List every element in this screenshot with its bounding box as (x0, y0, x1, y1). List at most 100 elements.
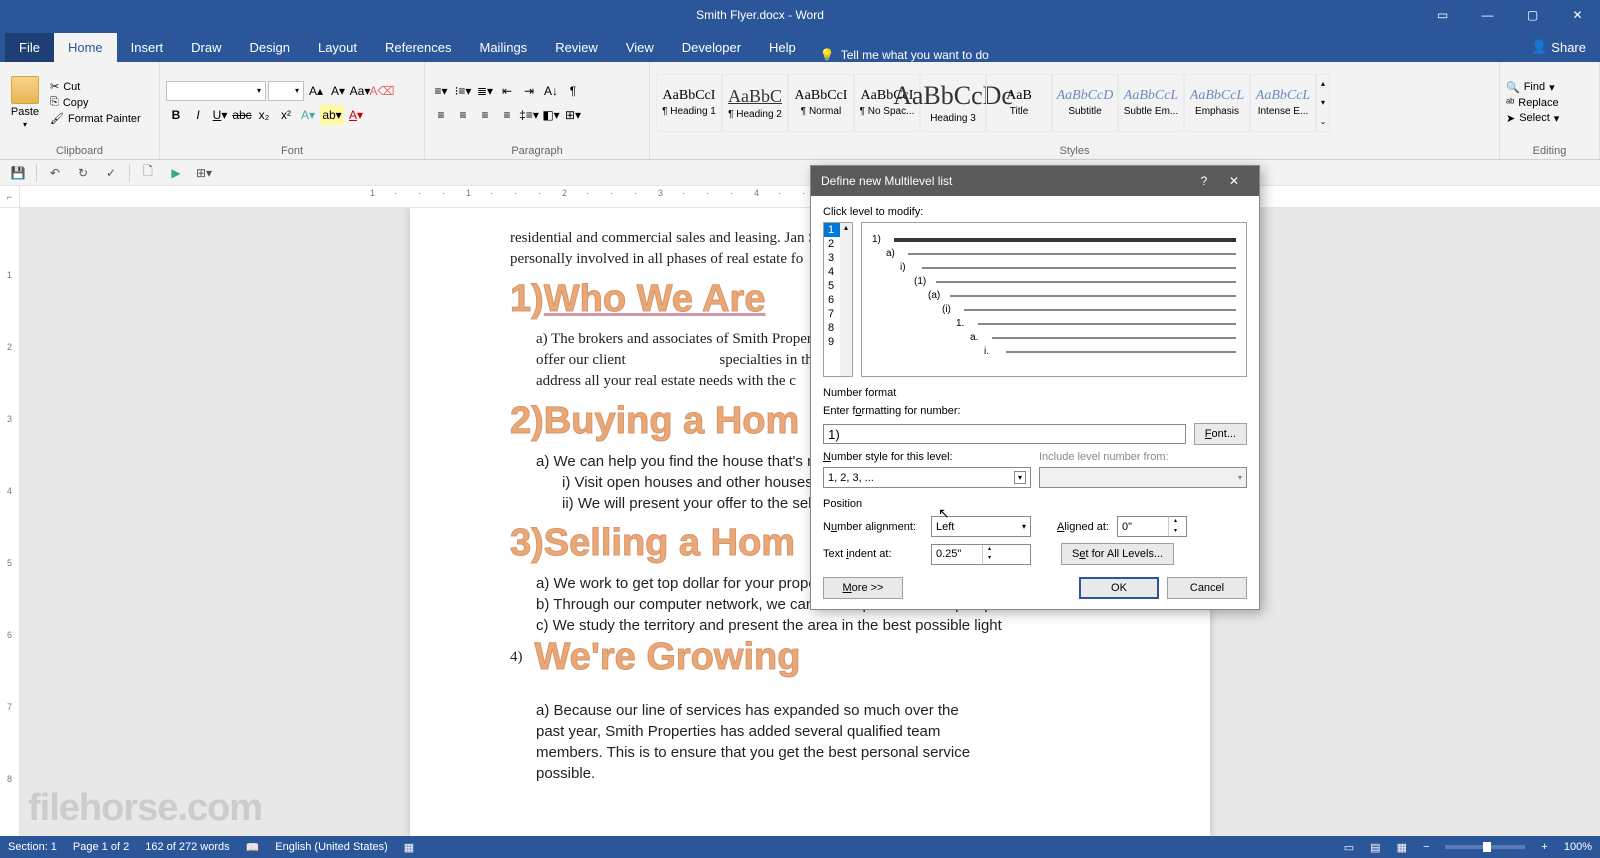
zoom-out-button[interactable]: − (1423, 841, 1429, 853)
replace-button[interactable]: ᵃᵇReplace (1506, 97, 1559, 109)
tab-file[interactable]: File (5, 33, 54, 62)
styles-scroll[interactable]: ▴▾⌄ (1316, 74, 1330, 132)
text-indent-spinner[interactable]: ▴▾ (931, 544, 1031, 565)
highlight-button[interactable]: ab▾ (320, 105, 344, 125)
style-item[interactable]: AaBbCcLSubtle Em... (1118, 74, 1184, 132)
style-item[interactable]: AaBbCcI¶ Heading 1 (656, 74, 722, 132)
new-doc-button[interactable]: 🗋 (138, 163, 158, 183)
tab-developer[interactable]: Developer (668, 33, 755, 62)
close-button[interactable]: ✕ (1555, 0, 1600, 30)
style-item[interactable]: AaBbCcLIntense E... (1250, 74, 1316, 132)
underline-button[interactable]: U▾ (210, 105, 230, 125)
select-button[interactable]: ➤Select ▾ (1506, 112, 1559, 125)
view-web-layout[interactable]: ▦ (1397, 841, 1407, 854)
font-name-select[interactable]: ▾ (166, 81, 266, 101)
status-language[interactable]: English (United States) (275, 841, 388, 853)
font-button[interactable]: Font... (1194, 423, 1247, 445)
tab-view[interactable]: View (612, 33, 668, 62)
justify-button[interactable]: ≡ (497, 105, 517, 125)
style-item[interactable]: AaBTitle (986, 74, 1052, 132)
cancel-button[interactable]: Cancel (1167, 577, 1247, 599)
redo-button[interactable]: ↻ (73, 163, 93, 183)
text-effects-button[interactable]: A▾ (298, 105, 318, 125)
undo-button[interactable]: ↶ (45, 163, 65, 183)
more-button[interactable]: More >> (823, 577, 903, 599)
bullets-button[interactable]: ≡▾ (431, 81, 451, 101)
increase-indent-button[interactable]: ⇥ (519, 81, 539, 101)
style-item[interactable]: AaBbCcLEmphasis (1184, 74, 1250, 132)
scrollbar[interactable]: ▴ (840, 223, 852, 376)
dialog-close-button[interactable]: ✕ (1219, 174, 1249, 188)
multilevel-button[interactable]: ≣▾ (475, 81, 495, 101)
format-painter-button[interactable]: 🖌Format Painter (50, 112, 141, 125)
view-print-layout[interactable]: ▤ (1370, 841, 1380, 854)
alignment-select[interactable]: Left▾ (931, 516, 1031, 537)
zoom-slider[interactable] (1445, 845, 1525, 849)
minimize-button[interactable]: — (1465, 0, 1510, 30)
tab-design[interactable]: Design (236, 33, 304, 62)
qat-table-icon[interactable]: ⊞▾ (194, 163, 214, 183)
share-button[interactable]: 👤 Share (1517, 32, 1600, 62)
tab-insert[interactable]: Insert (117, 33, 178, 62)
tab-help[interactable]: Help (755, 33, 810, 62)
subscript-button[interactable]: x₂ (254, 105, 274, 125)
style-item[interactable]: AaBbCcI¶ Normal (788, 74, 854, 132)
status-section[interactable]: Section: 1 (8, 841, 57, 853)
numbering-button[interactable]: ⁝≡▾ (453, 81, 473, 101)
change-case-button[interactable]: Aa▾ (350, 81, 370, 101)
font-color-button[interactable]: A▾ (346, 105, 366, 125)
qat-play-icon[interactable]: ▶ (166, 163, 186, 183)
tab-selector[interactable]: ⌐ (0, 186, 20, 207)
qat-spellcheck-icon[interactable]: ✓ (101, 163, 121, 183)
cut-button[interactable]: ✂Cut (50, 80, 141, 93)
style-item[interactable]: AaBbC¶ Heading 2 (722, 74, 788, 132)
align-center-button[interactable]: ≡ (453, 105, 473, 125)
tab-draw[interactable]: Draw (177, 33, 235, 62)
superscript-button[interactable]: x² (276, 105, 296, 125)
number-style-select[interactable]: 1, 2, 3, ...▾ (823, 467, 1031, 488)
find-button[interactable]: 🔍Find ▾ (1506, 81, 1559, 94)
status-macro-icon[interactable]: ▦ (404, 841, 414, 854)
shading-button[interactable]: ◧▾ (541, 105, 561, 125)
paste-button[interactable]: Paste ▾ (6, 76, 44, 129)
dialog-help-button[interactable]: ? (1189, 174, 1219, 188)
ribbon-display-button[interactable]: ▭ (1420, 0, 1465, 30)
show-marks-button[interactable]: ¶ (563, 81, 583, 101)
zoom-level[interactable]: 100% (1564, 841, 1592, 853)
bold-button[interactable]: B (166, 105, 186, 125)
decrease-indent-button[interactable]: ⇤ (497, 81, 517, 101)
sort-button[interactable]: A↓ (541, 81, 561, 101)
qat-save-icon[interactable]: 💾 (8, 163, 28, 183)
tab-home[interactable]: Home (54, 33, 117, 62)
dialog-titlebar[interactable]: Define new Multilevel list ? ✕ (811, 166, 1259, 196)
align-left-button[interactable]: ≡ (431, 105, 451, 125)
aligned-at-spinner[interactable]: ▴▾ (1117, 516, 1187, 537)
status-proof-icon[interactable]: 📖 (246, 841, 260, 854)
maximize-button[interactable]: ▢ (1510, 0, 1555, 30)
strikethrough-button[interactable]: abc (232, 105, 252, 125)
status-page[interactable]: Page 1 of 2 (73, 841, 129, 853)
number-format-input[interactable] (823, 424, 1186, 444)
tell-me-search[interactable]: 💡 Tell me what you want to do (810, 48, 1517, 62)
style-item[interactable]: AaBbCcDcHeading 3 (920, 74, 986, 132)
align-right-button[interactable]: ≡ (475, 105, 495, 125)
style-item[interactable]: AaBbCcDSubtitle (1052, 74, 1118, 132)
tab-review[interactable]: Review (541, 33, 612, 62)
grow-font-button[interactable]: A▴ (306, 81, 326, 101)
clear-formatting-button[interactable]: A⌫ (372, 81, 392, 101)
ok-button[interactable]: OK (1079, 577, 1159, 599)
tab-layout[interactable]: Layout (304, 33, 371, 62)
borders-button[interactable]: ⊞▾ (563, 105, 583, 125)
zoom-in-button[interactable]: + (1541, 841, 1547, 853)
level-listbox[interactable]: 123456789▴ (823, 222, 853, 377)
italic-button[interactable]: I (188, 105, 208, 125)
vertical-ruler[interactable]: 12345678 (0, 208, 20, 836)
view-read-mode[interactable]: ▭ (1344, 841, 1354, 854)
set-all-levels-button[interactable]: Set for All Levels... (1061, 543, 1174, 565)
tab-references[interactable]: References (371, 33, 465, 62)
font-size-select[interactable]: ▾ (268, 81, 304, 101)
shrink-font-button[interactable]: A▾ (328, 81, 348, 101)
tab-mailings[interactable]: Mailings (466, 33, 542, 62)
horizontal-ruler[interactable]: ⌐ 1···1···2···3···4···5···6 (0, 186, 1600, 208)
copy-button[interactable]: ⎘Copy (50, 96, 141, 109)
